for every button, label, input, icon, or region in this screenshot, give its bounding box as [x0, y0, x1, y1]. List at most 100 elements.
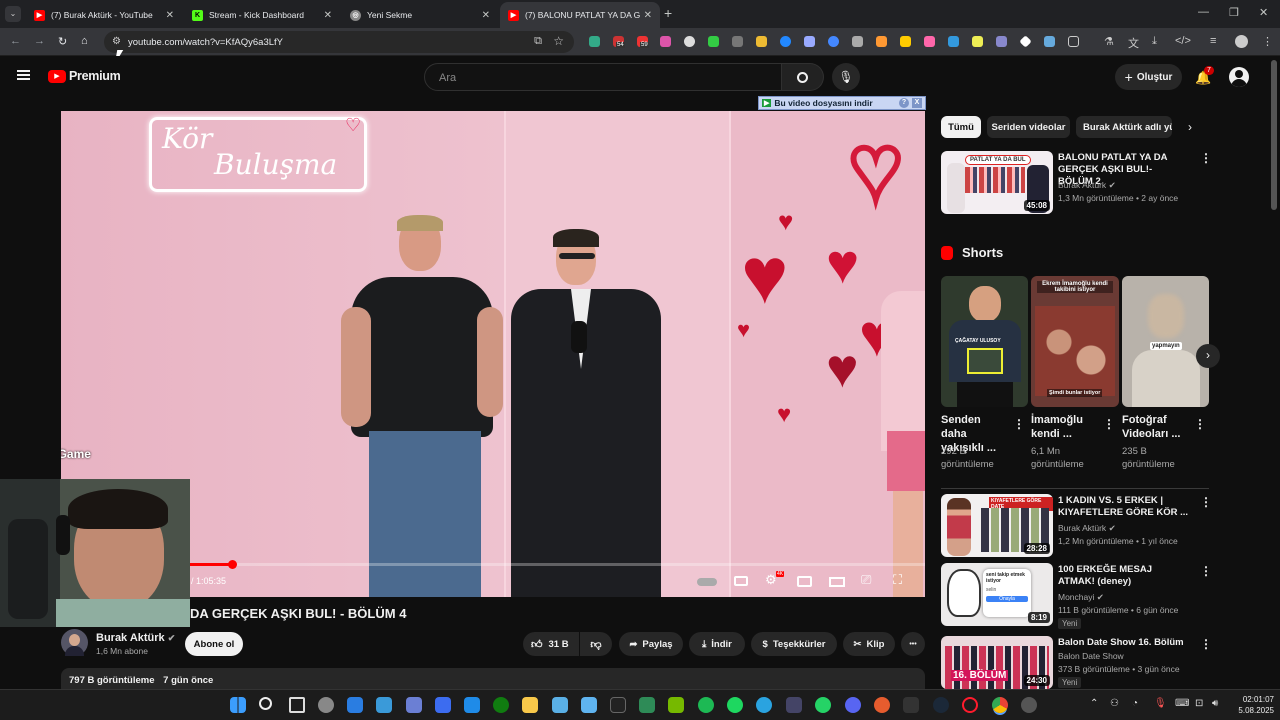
close-tab-icon[interactable]: ✕	[324, 10, 332, 21]
taskbar-search-icon[interactable]	[259, 697, 272, 710]
home-icon[interactable]: ⌂	[81, 35, 88, 47]
app-icon[interactable]	[1021, 697, 1037, 713]
nvidia-icon[interactable]	[668, 697, 684, 713]
xbox-app-icon[interactable]	[493, 697, 509, 713]
opera-icon[interactable]	[962, 697, 978, 713]
extension-icon[interactable]	[876, 36, 887, 47]
short-thumbnail[interactable]: yapmayın	[1122, 276, 1209, 407]
devtools-icon[interactable]: </>	[1175, 35, 1191, 47]
hamburger-menu-icon[interactable]	[17, 70, 30, 80]
extension-icon[interactable]	[684, 36, 695, 47]
minimize-icon[interactable]: —	[1198, 6, 1209, 18]
fullscreen-icon[interactable]: ⛶	[893, 572, 902, 588]
share-button[interactable]: ➦ Paylaş	[619, 632, 683, 656]
youtube-premium-logo[interactable]: ▶ Premium	[48, 69, 121, 83]
rec-thumbnail[interactable]: seni takip etmek istiyor selin Onayla 8:…	[941, 563, 1053, 626]
tray-chevron-icon[interactable]: ⌃	[1090, 698, 1098, 709]
store-app-icon[interactable]	[464, 697, 480, 713]
extension-icon[interactable]	[924, 36, 935, 47]
account-avatar[interactable]	[1229, 67, 1249, 87]
taskbar-clock[interactable]: 02:01:07 5.08.2025	[1230, 694, 1274, 716]
short-menu-icon[interactable]: ⋮	[1194, 417, 1206, 431]
tab-kick-dashboard[interactable]: K Stream - Kick Dashboard ✕	[184, 2, 340, 28]
shorts-next-button[interactable]: ›	[1196, 344, 1220, 368]
rec-thumbnail[interactable]: PATLAT YA DA BUL 45:08	[941, 151, 1053, 214]
tab-balonu-patlat-active[interactable]: ▶ (7) BALONU PATLAT YA DA GERÇ ✕	[500, 2, 660, 28]
dislike-button[interactable]: 👎︎	[580, 632, 612, 656]
extension-icon[interactable]	[972, 36, 983, 47]
download-close-icon[interactable]: X	[912, 98, 922, 108]
rec-menu-icon[interactable]: ⋮	[1200, 495, 1212, 509]
short-thumbnail[interactable]: ÇAĞATAY ULUSOY	[941, 276, 1028, 407]
search-input[interactable]: Ara	[424, 63, 782, 91]
photos-app-icon[interactable]	[376, 697, 392, 713]
bookmark-star-icon[interactable]: ☆	[553, 34, 564, 48]
app-icon[interactable]	[552, 697, 568, 713]
theater-mode-icon[interactable]	[829, 577, 845, 587]
short-thumbnail[interactable]: Ekrem İmamoğlu kendi takibini istiyor Şi…	[1031, 276, 1119, 407]
app-icon[interactable]	[406, 697, 422, 713]
chrome-icon[interactable]	[992, 697, 1008, 713]
autoplay-toggle-icon[interactable]	[697, 578, 717, 586]
extension-icon[interactable]	[900, 36, 911, 47]
extension-icon[interactable]	[828, 36, 839, 47]
rec-channel[interactable]: Monchayi ✔	[1058, 591, 1104, 604]
cast-icon[interactable]: ⎚	[861, 572, 871, 588]
telegram-icon[interactable]	[756, 697, 772, 713]
short-menu-icon[interactable]: ⋮	[1013, 417, 1025, 431]
epic-games-icon[interactable]	[903, 697, 919, 713]
security-app-icon[interactable]	[347, 697, 363, 713]
video-progress-bar[interactable]	[61, 563, 925, 566]
extension-icon[interactable]	[589, 36, 600, 47]
search-button[interactable]	[782, 63, 824, 91]
task-view-icon[interactable]	[289, 697, 305, 713]
terminal-icon[interactable]	[610, 697, 626, 713]
chip-next-arrow-icon[interactable]: ›	[1188, 120, 1192, 134]
reload-icon[interactable]: ↻	[58, 35, 67, 48]
extension-icon[interactable]	[708, 36, 719, 47]
windows-start-icon[interactable]	[230, 697, 246, 713]
rec-title[interactable]: 100 ERKEĞE MESAJ ATMAK! (deney)	[1058, 564, 1188, 588]
download-icon[interactable]: ⤓	[1152, 35, 1157, 48]
rec-channel[interactable]: Burak Aktürk ✔	[1058, 522, 1116, 535]
profile-avatar[interactable]	[1235, 35, 1248, 48]
extension-icon[interactable]	[948, 36, 959, 47]
short-title[interactable]: Fotoğraf Videoları ...	[1122, 413, 1188, 441]
rec-title[interactable]: 1 KADIN VS. 5 ERKEK | KIYAFETLERE GÖRE K…	[1058, 495, 1193, 519]
app-icon[interactable]	[698, 697, 714, 713]
more-actions-button[interactable]: •••	[901, 632, 925, 656]
extension-icon[interactable]	[1019, 35, 1032, 48]
settings-gear-icon[interactable]: ⚙	[765, 572, 777, 588]
progress-scrubber-handle[interactable]	[228, 560, 237, 569]
tab-new-tab[interactable]: ◎ Yeni Sekme ✕	[342, 2, 498, 28]
extension-icon[interactable]	[996, 36, 1007, 47]
chip-channel-uploads[interactable]: Burak Aktürk adlı yükl	[1076, 116, 1172, 138]
microphone-tray-icon[interactable]: 🎙	[1154, 698, 1167, 709]
like-button[interactable]: 👍︎ 31 B	[523, 632, 579, 656]
rec-thumbnail[interactable]: KIYAFETLERE GÖRE DATE 28:28	[941, 494, 1053, 557]
volume-tray-icon[interactable]: 🔊︎	[1212, 698, 1218, 709]
steam-icon[interactable]	[933, 697, 949, 713]
keyboard-tray-icon[interactable]: ⌨	[1175, 698, 1189, 709]
app-icon[interactable]	[435, 697, 451, 713]
forward-icon[interactable]: →	[34, 35, 45, 47]
app-icon[interactable]	[874, 697, 890, 713]
download-button[interactable]: ⤓ İndir	[689, 632, 745, 656]
notepad-icon[interactable]	[581, 697, 597, 713]
short-title[interactable]: İmamoğlu kendi ...	[1031, 413, 1097, 441]
rec-channel[interactable]: Burak Aktürk ✔	[1058, 179, 1116, 192]
miniplayer-icon[interactable]	[797, 576, 812, 587]
tab-burak-akturk-youtube[interactable]: ▶ (7) Burak Aktürk - YouTube ✕	[26, 2, 182, 28]
subtitles-icon[interactable]	[734, 576, 748, 586]
video-player[interactable]: Kör Buluşma ♡ ♥ ♥ ♥ ♥ ♥ ♥ ♥ ♥ ◢ByNoGame	[61, 111, 925, 597]
rec-thumbnail[interactable]: 16. BÖLÜM 24:30	[941, 636, 1053, 689]
chip-all[interactable]: Tümü	[941, 116, 981, 138]
reading-list-icon[interactable]: ≡	[1210, 35, 1216, 47]
scrollbar-thumb[interactable]	[1271, 60, 1277, 210]
extension-icon[interactable]	[852, 36, 863, 47]
rec-channel[interactable]: Balon Date Show	[1058, 650, 1124, 663]
extensions-puzzle-icon[interactable]	[1068, 36, 1079, 47]
channel-name[interactable]: Burak Aktürk ✔	[96, 632, 175, 644]
tray-icon[interactable]: ◔	[1132, 698, 1138, 709]
extension-icon[interactable]	[780, 36, 791, 47]
